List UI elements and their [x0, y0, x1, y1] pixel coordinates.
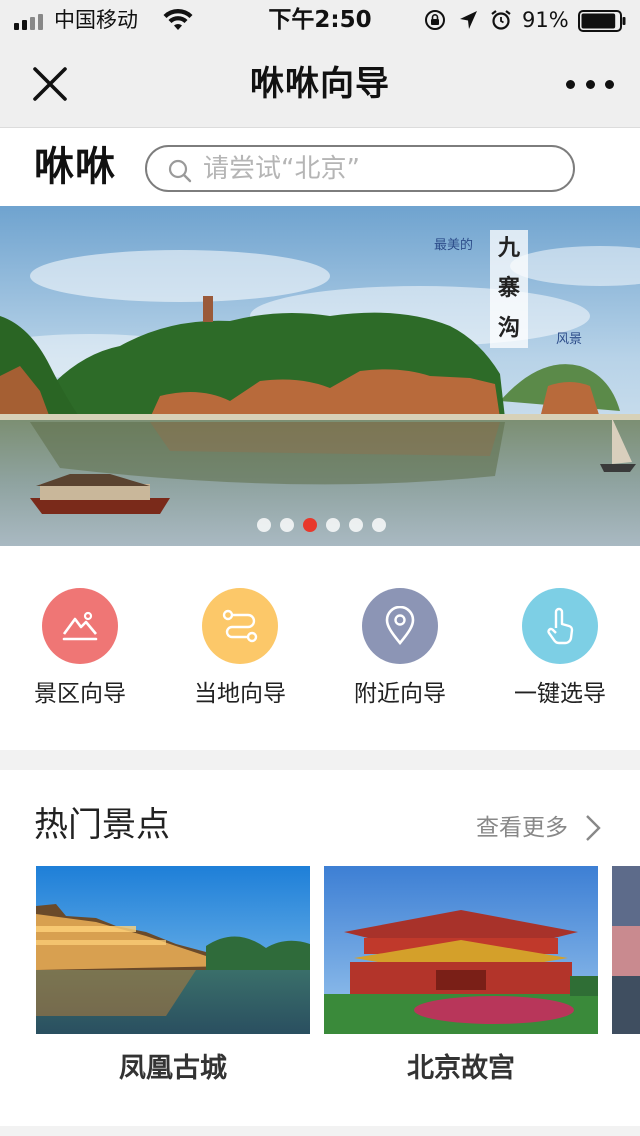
carousel-dot[interactable] [256, 518, 271, 532]
nav-bar: 咻咻向导 [0, 40, 640, 128]
spot-image [324, 866, 598, 1034]
quick-nav-icon-circle [362, 588, 438, 664]
banner-caption-small-right: 风景 [556, 332, 583, 347]
quick-nav-nearby-guide[interactable]: 附近向导 [320, 588, 480, 718]
search-input[interactable]: 请尝试“北京” [145, 145, 575, 192]
banner-carousel[interactable]: 最美的 九 寨 沟 风景 [0, 206, 640, 546]
hand-tap-icon [547, 607, 574, 645]
orientation-lock-icon [425, 10, 445, 30]
carousel-dot[interactable] [279, 518, 294, 532]
quick-nav-label: 一键选导 [514, 681, 606, 707]
banner-image [0, 206, 640, 546]
spot-card[interactable]: 北京故宫 [324, 866, 598, 1086]
quick-nav-scenic-guide[interactable]: 景区向导 [0, 588, 160, 718]
carousel-dot[interactable] [325, 518, 340, 532]
quick-nav-icon-circle [202, 588, 278, 664]
more-icon[interactable] [566, 74, 614, 94]
quick-nav-one-click-guide[interactable]: 一键选导 [480, 588, 640, 718]
spot-name: 凤凰古城 [119, 1053, 227, 1084]
section-title: 热门景点 [34, 805, 170, 845]
quick-nav-icon-circle [42, 588, 118, 664]
spot-card-partial[interactable] [612, 866, 640, 1034]
spot-image [612, 866, 640, 1034]
spot-name: 北京故宫 [407, 1053, 515, 1084]
carousel-dot[interactable] [302, 518, 317, 532]
banner-caption-vertical: 九 寨 沟 [490, 230, 528, 348]
alarm-icon [491, 10, 511, 30]
carousel-dot[interactable] [371, 518, 386, 532]
section-divider [0, 1126, 640, 1136]
section-divider [0, 750, 640, 770]
carousel-dots [0, 518, 640, 532]
route-icon [222, 609, 258, 643]
search-row: 咻咻 请尝试“北京” [0, 128, 640, 206]
quick-nav-label: 当地向导 [194, 681, 286, 707]
carousel-dot[interactable] [348, 518, 363, 532]
mountain-icon [62, 611, 98, 641]
location-arrow-icon [460, 11, 477, 29]
search-placeholder: 请尝试“北京” [203, 154, 360, 184]
hot-spots-section: 热门景点 查看更多 凤凰古城 北京故宫 [0, 770, 640, 1136]
status-bar: 中国移动 下午2:50 91% [0, 0, 640, 40]
location-pin-icon [385, 606, 415, 646]
battery-icon [578, 10, 626, 32]
chevron-right-icon[interactable] [584, 813, 602, 843]
spot-image [36, 866, 310, 1034]
battery-percentage: 91% [522, 8, 569, 32]
spot-card[interactable]: 凤凰古城 [36, 866, 310, 1086]
quick-nav-local-guide[interactable]: 当地向导 [160, 588, 320, 718]
banner-caption-small: 最美的 [434, 238, 474, 253]
page-title: 咻咻向导 [250, 64, 390, 104]
quick-nav: 景区向导 当地向导 附近向导 一键选导 [0, 546, 640, 750]
app-logo: 咻咻 [34, 144, 116, 190]
see-more-link[interactable]: 查看更多 [476, 814, 568, 842]
search-icon [168, 159, 192, 183]
quick-nav-icon-circle [522, 588, 598, 664]
quick-nav-label: 附近向导 [354, 681, 446, 707]
quick-nav-label: 景区向导 [34, 681, 126, 707]
